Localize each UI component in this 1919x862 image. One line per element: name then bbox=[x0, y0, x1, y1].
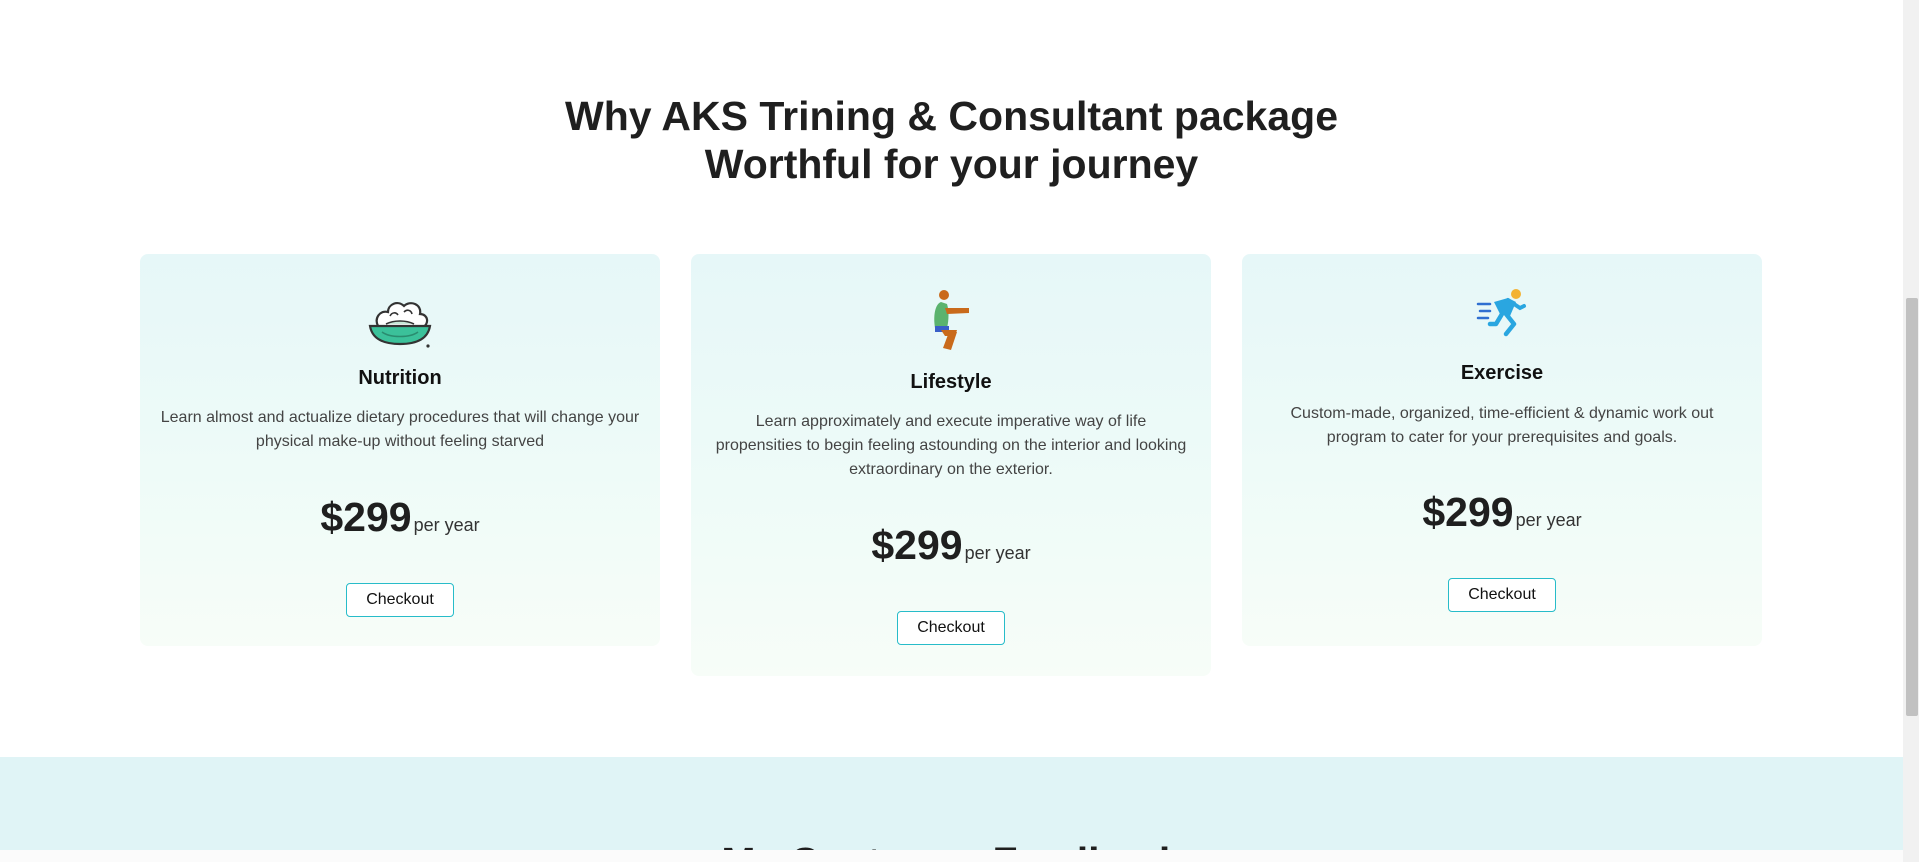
scrollbar-thumb[interactable] bbox=[1906, 298, 1918, 716]
package-card-exercise: Exercise Custom-made, organized, time-ef… bbox=[1242, 254, 1762, 646]
price-period: per year bbox=[964, 543, 1031, 563]
page: Why AKS Trining & Consultant package Wor… bbox=[0, 0, 1903, 862]
card-title: Exercise bbox=[1460, 362, 1544, 384]
card-description: Custom-made, organized, time-efficient &… bbox=[1290, 405, 1714, 446]
running-person-icon bbox=[1476, 289, 1526, 337]
section-title-line1: Why AKS Trining & Consultant package bbox=[565, 93, 1338, 139]
card-price: $299 per year bbox=[691, 522, 1211, 569]
price-period: per year bbox=[413, 515, 480, 535]
package-card-nutrition: Nutrition Learn almost and actualize die… bbox=[140, 254, 660, 646]
card-description: Learn approximately and execute imperati… bbox=[715, 413, 1187, 478]
price-period: per year bbox=[1515, 510, 1582, 530]
card-title: Lifestyle bbox=[910, 371, 992, 393]
price-amount: $299 bbox=[1422, 489, 1514, 535]
checkout-button[interactable]: Checkout bbox=[346, 583, 454, 617]
card-price: $299 per year bbox=[1242, 489, 1762, 536]
checkout-button[interactable]: Checkout bbox=[897, 611, 1005, 645]
checkout-button[interactable]: Checkout bbox=[1448, 578, 1556, 612]
squatting-person-icon bbox=[934, 290, 969, 350]
card-price: $299 per year bbox=[140, 494, 660, 541]
feedback-title: My Customer Feedback bbox=[0, 839, 1903, 850]
feedback-section: My Customer Feedback bbox=[0, 757, 1903, 850]
cauliflower-bowl-icon bbox=[368, 302, 432, 348]
card-description: Learn almost and actualize dietary proce… bbox=[160, 409, 640, 450]
card-title: Nutrition bbox=[358, 367, 442, 389]
section-title: Why AKS Trining & Consultant package Wor… bbox=[0, 92, 1903, 188]
package-card-lifestyle: Lifestyle Learn approximately and execut… bbox=[691, 254, 1211, 676]
section-title-line2: Worthful for your journey bbox=[704, 141, 1199, 187]
bottom-strip bbox=[0, 850, 1903, 862]
price-amount: $299 bbox=[320, 494, 412, 540]
price-amount: $299 bbox=[871, 522, 963, 568]
